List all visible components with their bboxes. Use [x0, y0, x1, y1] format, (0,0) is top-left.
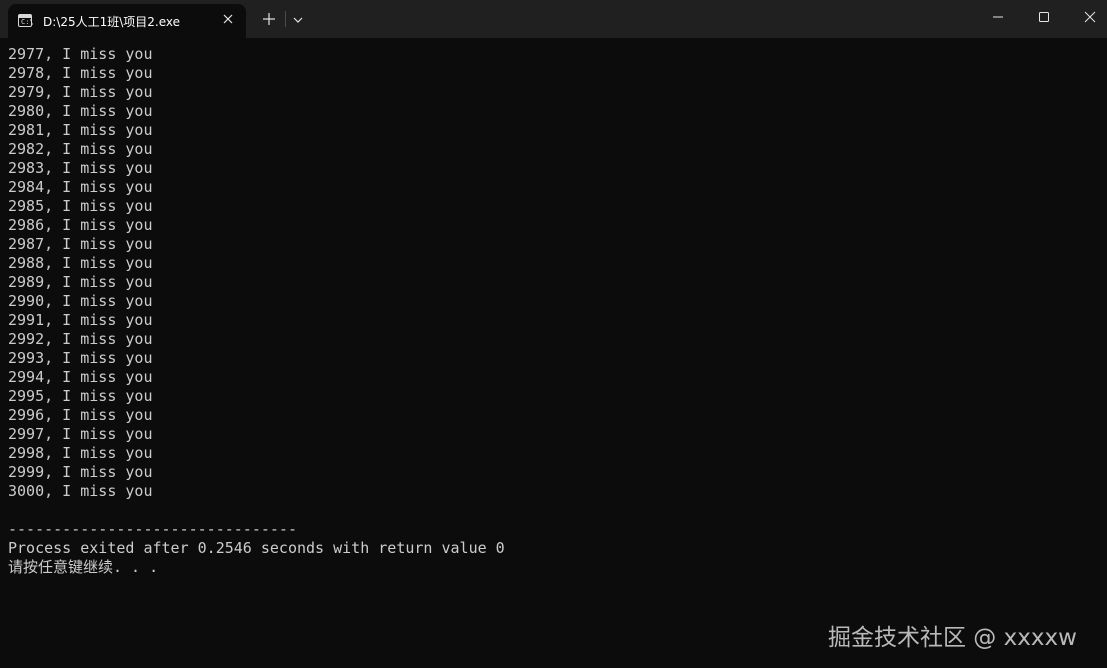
- continue-prompt: 请按任意键继续. . .: [8, 558, 159, 576]
- console-line: 2992, I miss you: [8, 330, 153, 348]
- console-line: 2996, I miss you: [8, 406, 153, 424]
- console-line: 2991, I miss you: [8, 311, 153, 329]
- console-line: 2983, I miss you: [8, 159, 153, 177]
- console-line: 2982, I miss you: [8, 140, 153, 158]
- console-line: 3000, I miss you: [8, 482, 153, 500]
- title-bar: C:\ D:\25人工1班\项目2.exe: [0, 0, 1107, 38]
- console-line: 2989, I miss you: [8, 273, 153, 291]
- console-line: 2977, I miss you: [8, 45, 153, 63]
- new-tab-button[interactable]: [260, 10, 278, 28]
- terminal-icon: C:\: [18, 14, 34, 27]
- console-line: 2988, I miss you: [8, 254, 153, 272]
- process-exit-message: Process exited after 0.2546 seconds with…: [8, 539, 505, 557]
- console-line: 2981, I miss you: [8, 121, 153, 139]
- tab-dropdown-button[interactable]: [291, 13, 305, 25]
- console-line: 2994, I miss you: [8, 368, 153, 386]
- tab-title: D:\25人工1班\项目2.exe: [43, 15, 181, 29]
- maximize-icon: [1039, 12, 1049, 22]
- console-line: 2979, I miss you: [8, 83, 153, 101]
- console-line: 2985, I miss you: [8, 197, 153, 215]
- console-output[interactable]: 2977, I miss you 2978, I miss you 2979, …: [8, 45, 1098, 585]
- console-line: 2995, I miss you: [8, 387, 153, 405]
- close-icon: [1084, 11, 1096, 23]
- console-line: 2984, I miss you: [8, 178, 153, 196]
- plus-icon: [263, 13, 275, 25]
- chevron-down-icon: [293, 17, 303, 23]
- console-line: 2986, I miss you: [8, 216, 153, 234]
- console-line: 2978, I miss you: [8, 64, 153, 82]
- console-line: 2998, I miss you: [8, 444, 153, 462]
- close-icon: [223, 14, 233, 24]
- tab-divider: [285, 11, 286, 27]
- separator-line: --------------------------------: [8, 520, 297, 538]
- minimize-button[interactable]: [975, 0, 1021, 34]
- console-line: 2999, I miss you: [8, 463, 153, 481]
- console-line: 2993, I miss you: [8, 349, 153, 367]
- tab-active[interactable]: C:\ D:\25人工1班\项目2.exe: [8, 4, 246, 38]
- console-line: 2990, I miss you: [8, 292, 153, 310]
- console-line: 2980, I miss you: [8, 102, 153, 120]
- console-line: 2997, I miss you: [8, 425, 153, 443]
- terminal-window: C:\ D:\25人工1班\项目2.exe 2977, I miss you 2…: [0, 0, 1107, 668]
- minimize-icon: [993, 16, 1003, 18]
- maximize-button[interactable]: [1021, 0, 1067, 34]
- tab-close-button[interactable]: [220, 11, 236, 27]
- watermark: 掘金技术社区 @ xxxxw: [828, 625, 1077, 651]
- console-line: 2987, I miss you: [8, 235, 153, 253]
- window-close-button[interactable]: [1067, 0, 1107, 34]
